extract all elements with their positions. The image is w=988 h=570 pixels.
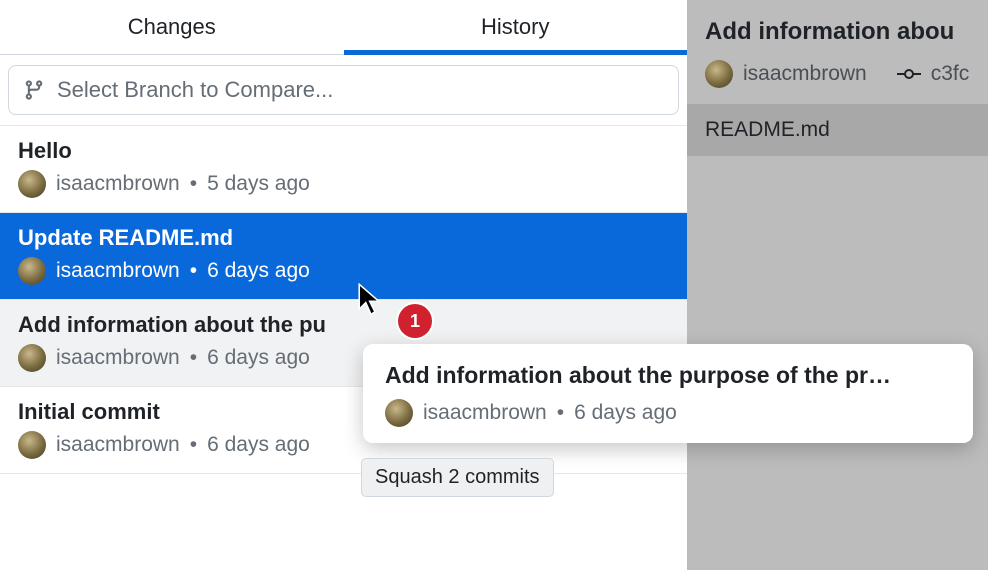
drag-meta: isaacmbrown • 6 days ago <box>385 399 951 427</box>
avatar <box>18 257 46 285</box>
avatar <box>18 344 46 372</box>
drag-time: 6 days ago <box>574 401 677 425</box>
detail-title: Add information abou <box>687 0 988 50</box>
tab-history-label: History <box>481 14 549 40</box>
drag-count-badge: 1 <box>398 304 432 338</box>
drag-preview-card: Add information about the purpose of the… <box>363 344 973 443</box>
commit-author: isaacmbrown <box>56 346 180 370</box>
commit-title: Hello <box>18 138 669 164</box>
drag-author: isaacmbrown <box>423 401 547 425</box>
commit-title: Add information about the pu <box>18 312 669 338</box>
git-branch-icon <box>23 79 45 101</box>
commit-title: Update README.md <box>18 225 669 251</box>
detail-sha: c3fc <box>931 62 970 86</box>
separator-dot: • <box>190 259 197 283</box>
commit-time: 5 days ago <box>207 172 310 196</box>
detail-pane: Add information abou isaacmbrown c3fc RE… <box>687 0 988 570</box>
separator-dot: • <box>190 172 197 196</box>
drag-count: 1 <box>410 311 420 332</box>
commit-time: 6 days ago <box>207 433 310 457</box>
commit-item[interactable]: Hello isaacmbrown • 5 days ago <box>0 126 687 213</box>
tabs: Changes History <box>0 0 687 55</box>
commit-author: isaacmbrown <box>56 433 180 457</box>
squash-tooltip: Squash 2 commits <box>361 458 554 497</box>
branch-compare-select[interactable]: Select Branch to Compare... <box>8 65 679 115</box>
avatar <box>18 431 46 459</box>
tab-history[interactable]: History <box>344 0 688 54</box>
separator-dot: • <box>190 433 197 457</box>
commit-time: 6 days ago <box>207 259 310 283</box>
commit-meta: isaacmbrown • 5 days ago <box>18 170 669 198</box>
separator-dot: • <box>557 401 564 425</box>
branch-select-container: Select Branch to Compare... <box>0 55 687 126</box>
detail-author: isaacmbrown <box>743 62 867 86</box>
commit-time: 6 days ago <box>207 346 310 370</box>
tab-changes[interactable]: Changes <box>0 0 344 54</box>
avatar <box>385 399 413 427</box>
commit-author: isaacmbrown <box>56 259 180 283</box>
tooltip-text: Squash 2 commits <box>375 466 540 488</box>
changed-file-name: README.md <box>705 118 830 141</box>
history-pane: Changes History Select Branch to Compare… <box>0 0 687 570</box>
separator-dot: • <box>190 346 197 370</box>
changed-file-row[interactable]: README.md <box>687 104 988 156</box>
git-commit-icon <box>897 65 921 83</box>
avatar <box>705 60 733 88</box>
detail-meta: isaacmbrown c3fc <box>687 50 988 104</box>
avatar <box>18 170 46 198</box>
drag-title: Add information about the purpose of the… <box>385 362 951 389</box>
commit-meta: isaacmbrown • 6 days ago <box>18 257 669 285</box>
tab-changes-label: Changes <box>128 14 216 40</box>
commit-author: isaacmbrown <box>56 172 180 196</box>
commit-item-selected[interactable]: Update README.md isaacmbrown • 6 days ag… <box>0 213 687 300</box>
branch-select-placeholder: Select Branch to Compare... <box>57 77 333 103</box>
